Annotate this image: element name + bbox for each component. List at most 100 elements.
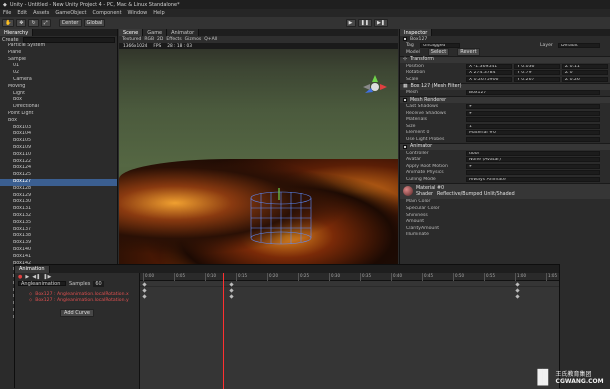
mesh-renderer-value[interactable]: 1: [466, 123, 600, 129]
hierarchy-item[interactable]: Box130: [0, 199, 117, 206]
anim-step-forward-button[interactable]: ❚▶: [43, 274, 51, 280]
keyframe-marker[interactable]: [142, 287, 147, 293]
move-tool-button[interactable]: ✥: [16, 19, 27, 27]
model-revert-button[interactable]: Revert: [457, 48, 480, 57]
scene-toolbar-item[interactable]: Textured: [122, 37, 141, 42]
hierarchy-item[interactable]: 01: [0, 63, 117, 70]
create-dropdown[interactable]: Create: [2, 37, 19, 43]
shader-dropdown[interactable]: Reflective/Bumped Unlit/Shaded: [437, 192, 527, 197]
material-header[interactable]: Material #0 Shader Reflective/Bumped Unl…: [400, 182, 610, 199]
hierarchy-item[interactable]: Box104: [0, 131, 117, 138]
transform-x-field[interactable]: X 0.2675906: [466, 76, 512, 82]
hierarchy-item[interactable]: Camera: [0, 77, 117, 84]
hierarchy-item[interactable]: Box135: [0, 220, 117, 227]
hierarchy-item[interactable]: Box129: [0, 193, 117, 200]
mesh-filter-header[interactable]: ▦ Box 127 (Mesh Filter): [400, 82, 610, 90]
step-button[interactable]: ▶❚: [373, 19, 388, 27]
scene-toolbar-item[interactable]: Q+All: [204, 37, 217, 42]
tab-animator[interactable]: Animator: [167, 29, 200, 36]
transform-z-field[interactable]: Z 0: [562, 70, 608, 76]
menu-gameobject[interactable]: GameObject: [55, 10, 86, 16]
pivot-center-button[interactable]: Center: [58, 19, 82, 27]
mesh-renderer-value[interactable]: ✔: [466, 103, 600, 109]
tab-animation[interactable]: Animation: [15, 265, 50, 273]
playhead[interactable]: [223, 273, 224, 389]
mesh-renderer-value[interactable]: [466, 136, 600, 142]
curve-item[interactable]: ⬦ Box127 : Angleanimation.localRotation.y: [15, 297, 139, 304]
model-select-button[interactable]: Select: [427, 48, 450, 57]
hierarchy-item[interactable]: Box141: [0, 254, 117, 261]
hierarchy-item[interactable]: Box137: [0, 227, 117, 234]
pause-button[interactable]: ❚❚: [357, 19, 372, 27]
scene-viewport[interactable]: 1366x1024 FPS 28 : 18 : 03: [119, 43, 398, 266]
mesh-renderer-header[interactable]: Mesh Renderer: [400, 96, 610, 104]
transform-y-field[interactable]: Y 0.267: [514, 76, 560, 82]
timeline-ruler[interactable]: 0:00 0:05 0:10 0:15 0:20 0:25 0:30 0:35 0:40 0:45…: [140, 273, 559, 281]
scale-tool-button[interactable]: ⤢: [40, 19, 51, 27]
hierarchy-item[interactable]: Box127: [0, 178, 117, 186]
scene-toolbar-item[interactable]: Effects: [166, 37, 181, 42]
keyframe-marker[interactable]: [142, 281, 147, 287]
hierarchy-item[interactable]: Box: [0, 118, 117, 125]
animation-dopesheet[interactable]: 0:00 0:05 0:10 0:15 0:20 0:25 0:30 0:35 0:40 0:45…: [140, 273, 559, 389]
hierarchy-item[interactable]: 02: [0, 70, 117, 77]
transform-header[interactable]: ⊹ Transform: [400, 55, 610, 63]
tab-scene[interactable]: Scene: [119, 29, 144, 36]
add-curve-button[interactable]: Add Curve: [60, 309, 94, 317]
samples-field[interactable]: 60: [93, 280, 104, 287]
hierarchy-item[interactable]: Box131: [0, 206, 117, 213]
hierarchy-item[interactable]: Box125: [0, 172, 117, 179]
hierarchy-item[interactable]: Directional: [0, 104, 117, 111]
hierarchy-item[interactable]: Light: [0, 91, 117, 98]
hierarchy-item[interactable]: Box103: [0, 125, 117, 132]
selected-box-wireframe[interactable]: [246, 188, 316, 248]
hand-tool-button[interactable]: ✋: [2, 19, 15, 27]
keyframe-marker[interactable]: [229, 293, 234, 299]
tab-hierarchy[interactable]: Hierarchy: [0, 29, 34, 36]
hierarchy-item[interactable]: Point Light: [0, 111, 117, 118]
pivot-global-button[interactable]: Global: [83, 19, 106, 27]
menu-assets[interactable]: Assets: [33, 10, 49, 16]
tab-inspector[interactable]: Inspector: [400, 29, 433, 36]
menu-edit[interactable]: Edit: [17, 10, 27, 16]
hierarchy-item[interactable]: Sample: [0, 57, 117, 64]
transform-y-field[interactable]: Y 0.79: [514, 70, 560, 76]
animator-value[interactable]: ✔: [466, 163, 600, 169]
scene-toolbar-item[interactable]: 2D: [157, 37, 163, 42]
orientation-gizmo-icon[interactable]: [361, 73, 389, 101]
menu-help[interactable]: Help: [153, 10, 164, 16]
transform-y-field[interactable]: Y 0.036: [514, 63, 560, 69]
hierarchy-item[interactable]: Box110: [0, 152, 117, 159]
keyframe-marker[interactable]: [515, 293, 520, 299]
mesh-field[interactable]: Box127: [466, 90, 600, 96]
hierarchy-search-input[interactable]: [22, 36, 115, 43]
mesh-renderer-value[interactable]: Material #0: [466, 130, 600, 136]
scene-toolbar-item[interactable]: RGB: [144, 37, 154, 42]
keyframe-marker[interactable]: [229, 281, 234, 287]
rotate-tool-button[interactable]: ↻: [28, 19, 39, 27]
anim-play-button[interactable]: ▶: [25, 274, 29, 280]
mesh-renderer-checkbox[interactable]: [403, 98, 407, 103]
mesh-renderer-value[interactable]: ✔: [466, 110, 600, 116]
object-name-field[interactable]: Box127: [410, 37, 427, 42]
tab-game[interactable]: Game: [143, 29, 168, 36]
transform-x-field[interactable]: X 274.3784: [466, 70, 512, 76]
animator-checkbox[interactable]: [403, 144, 407, 149]
keyframe-marker[interactable]: [515, 287, 520, 293]
transform-x-field[interactable]: X -1.369541: [466, 63, 512, 69]
hierarchy-item[interactable]: Plane: [0, 50, 117, 57]
keyframe-marker[interactable]: [229, 287, 234, 293]
hierarchy-item[interactable]: Box109: [0, 145, 117, 152]
animator-value[interactable]: [466, 170, 600, 176]
scene-toolbar-item[interactable]: Gizmos: [185, 37, 202, 42]
anim-step-back-button[interactable]: ◀❚: [32, 274, 40, 280]
hierarchy-item[interactable]: Box140: [0, 247, 117, 254]
animator-header[interactable]: Animator: [400, 142, 610, 150]
hierarchy-item[interactable]: Box122: [0, 159, 117, 166]
play-button[interactable]: ▶: [345, 19, 356, 27]
hierarchy-item[interactable]: Box128: [0, 186, 117, 193]
layer-dropdown[interactable]: Default: [558, 43, 600, 49]
mesh-renderer-value[interactable]: [466, 117, 600, 123]
transform-z-field[interactable]: Z 0.11: [562, 63, 608, 69]
menu-window[interactable]: Window: [128, 10, 148, 16]
